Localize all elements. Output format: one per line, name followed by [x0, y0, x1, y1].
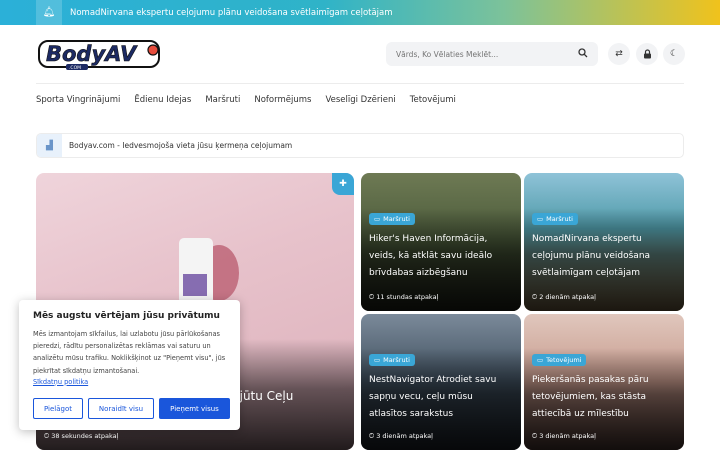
category-badge[interactable]: ▭ Maršruti — [369, 354, 415, 366]
site-logo[interactable]: BodyAV .COM — [36, 37, 162, 71]
search-box[interactable] — [386, 42, 598, 66]
card-time-text: 11 stundas atpakaļ — [376, 293, 439, 301]
notice-strip: ▟ Bodyav.com - Iedvesmojoša vieta jūsu ķ… — [36, 133, 684, 158]
featured-time: 🕓︎ 38 sekundes atpakaļ — [44, 432, 119, 440]
lock-icon[interactable] — [636, 43, 658, 65]
nav-item-marsruti[interactable]: Maršruti — [205, 95, 240, 105]
post-card[interactable]: ▭ Maršruti Hiker's Haven Informācija, ve… — [361, 173, 521, 311]
category-badge[interactable]: ▭ Tetovējumi — [532, 354, 587, 366]
post-card[interactable]: ▭ Maršruti NestNavigator Atrodiet savu s… — [361, 314, 521, 450]
card-time: 🕓︎ 3 dienām atpakaļ — [369, 432, 433, 440]
cookie-consent-dialog: Mēs augstu vērtējam jūsu privātumu Mēs i… — [19, 300, 240, 430]
ticker-headline[interactable]: NomadNirvana ekspertu ceļojumu plānu vei… — [70, 8, 393, 18]
post-card[interactable]: ▭ Tetovējumi Piekeršanās pasakas pāru te… — [524, 314, 684, 450]
card-title[interactable]: Hiker's Haven Informācija, veids, kā atk… — [369, 231, 513, 282]
accept-all-button[interactable]: Pieņemt visus — [159, 398, 230, 419]
dark-mode-icon[interactable]: ☾ — [663, 43, 685, 65]
card-time: 🕓︎ 2 dienām atpakaļ — [532, 293, 596, 301]
notice-text: Bodyav.com - Iedvesmojoša vieta jūsu ķer… — [69, 141, 293, 150]
search-icon[interactable] — [578, 47, 588, 61]
category-label: Maršruti — [383, 215, 410, 223]
category-label: Maršruti — [546, 215, 573, 223]
main-nav: Sporta Vingrinājumi Ēdienu Idejas Maršru… — [36, 95, 456, 105]
card-time: 🕓︎ 3 dienām atpakaļ — [532, 432, 596, 440]
card-time: 🕓︎ 11 stundas atpakaļ — [369, 293, 439, 301]
customize-button[interactable]: Pielāgot — [33, 398, 83, 419]
header-divider — [36, 83, 684, 84]
card-time-text: 2 dienām atpakaļ — [539, 293, 596, 301]
nav-item-dzerieni[interactable]: Veselīgi Dzērieni — [325, 95, 395, 105]
card-title[interactable]: Piekeršanās pasakas pāru tetovējumiem, k… — [532, 372, 676, 423]
reject-all-button[interactable]: Noraidīt visu — [88, 398, 154, 419]
shuffle-icon[interactable]: ⇄ — [608, 43, 630, 65]
chart-icon: ▟ — [37, 134, 62, 157]
svg-text:.COM: .COM — [69, 65, 81, 71]
cookie-body: Mēs izmantojam sīkfailus, lai uzlabotu j… — [33, 330, 226, 375]
card-time-text: 3 dienām atpakaļ — [539, 432, 596, 440]
category-label: Maršruti — [383, 356, 410, 364]
cookie-title: Mēs augstu vērtējam jūsu privātumu — [33, 311, 220, 321]
nav-item-edienu[interactable]: Ēdienu Idejas — [134, 95, 191, 105]
post-card[interactable]: ▭ Maršruti NomadNirvana ekspertu ceļojum… — [524, 173, 684, 311]
svg-text:BodyAV: BodyAV — [46, 42, 138, 66]
nav-item-noformejums[interactable]: Noformējums — [254, 95, 311, 105]
cookie-policy-link[interactable]: Sīkdatņu politika — [33, 378, 226, 386]
nav-item-tetovejumi[interactable]: Tetovējumi — [410, 95, 456, 105]
featured-time-text: 38 sekundes atpakaļ — [51, 432, 119, 440]
card-title[interactable]: NestNavigator Atrodiet savu sapņu vecu, … — [369, 372, 513, 423]
pin-icon: ✚ — [332, 173, 354, 195]
card-title[interactable]: NomadNirvana ekspertu ceļojumu plānu vei… — [532, 231, 676, 282]
search-input[interactable] — [396, 49, 566, 59]
nav-item-sporta[interactable]: Sporta Vingrinājumi — [36, 95, 120, 105]
category-badge[interactable]: ▭ Maršruti — [369, 213, 415, 225]
card-time-text: 3 dienām atpakaļ — [376, 432, 433, 440]
category-label: Tetovējumi — [546, 356, 582, 364]
top-ticker-bar: 🔔︎ NomadNirvana ekspertu ceļojumu plānu … — [0, 0, 720, 25]
category-badge[interactable]: ▭ Maršruti — [532, 213, 578, 225]
bell-icon[interactable]: 🔔︎ — [36, 0, 62, 25]
cookie-buttons: Pielāgot Noraidīt visu Pieņemt visus — [33, 398, 230, 419]
